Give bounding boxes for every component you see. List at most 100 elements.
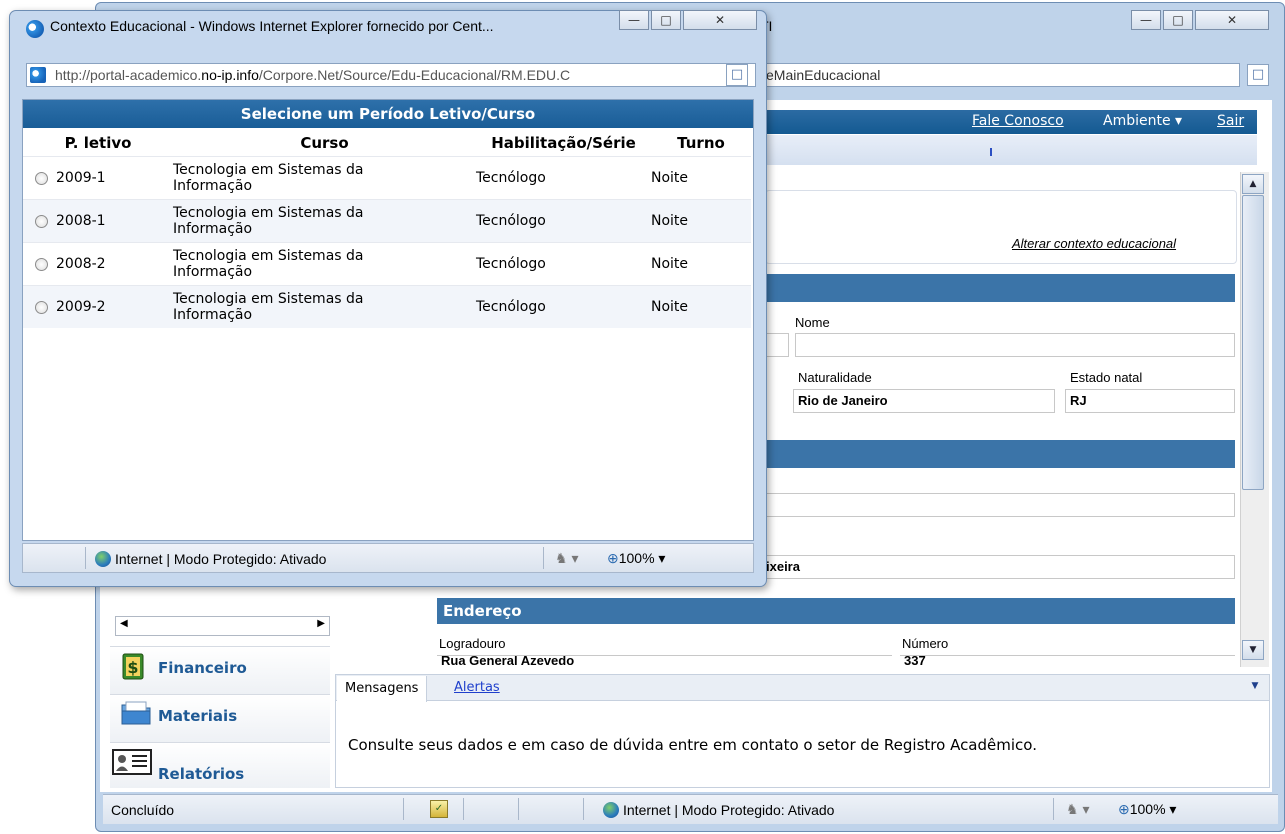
- scroll-right-arrow-icon[interactable]: ▶: [317, 618, 325, 629]
- popup-title: Contexto Educacional - Windows Internet …: [50, 18, 494, 34]
- status-divider: [583, 798, 584, 820]
- fale-conosco-link[interactable]: Fale Conosco: [972, 113, 1064, 129]
- popup-security-zone[interactable]: Internet | Modo Protegido: Ativado: [95, 551, 326, 567]
- popup-protected-mode-icon[interactable]: ♞ ▾: [555, 550, 578, 567]
- logradouro-value: Rua General Azevedo: [441, 655, 575, 668]
- nav-label-materiais: Materiais: [158, 707, 238, 725]
- status-divider: [1053, 798, 1054, 820]
- address-prefix: http://portal-academico.: [55, 67, 202, 83]
- context-box: [765, 190, 1237, 264]
- turno-cell: Noite: [651, 199, 751, 243]
- status-divider: [463, 798, 464, 820]
- popup-zoom-control[interactable]: ⊕100% ▾: [607, 550, 665, 567]
- table-row[interactable]: 2008-1 Tecnologia em Sistemas da Informaç…: [23, 199, 751, 243]
- nav-item-relatorios[interactable]: Relatórios: [110, 742, 330, 788]
- money-icon: $: [120, 651, 152, 681]
- section-header-bar: [765, 274, 1235, 302]
- radio-button[interactable]: [35, 257, 48, 271]
- scroll-up-arrow-icon[interactable]: ▲: [1242, 174, 1264, 194]
- naturalidade-field[interactable]: Rio de Janeiro: [793, 389, 1055, 413]
- periodo-cell: 2008-1: [56, 213, 106, 229]
- curso-cell: Tecnologia em Sistemas da: [173, 248, 364, 264]
- radio-button[interactable]: [35, 171, 48, 185]
- minimize-button[interactable]: —: [1131, 10, 1161, 30]
- curso-cell: Tecnologia em Sistemas da: [173, 205, 364, 221]
- internet-explorer-icon: [26, 20, 44, 38]
- name-field-partial[interactable]: ixeira: [765, 555, 1235, 579]
- table-row[interactable]: 2008-2 Tecnologia em Sistemas da Informaç…: [23, 242, 751, 286]
- alterar-contexto-link[interactable]: Alterar contexto educacional: [1012, 236, 1176, 251]
- portal-sub-bar: [765, 135, 1257, 165]
- nav-item-materiais[interactable]: Materiais: [110, 694, 330, 742]
- popup-header: Selecione um Período Letivo/Curso: [23, 100, 753, 128]
- field-box[interactable]: [765, 493, 1235, 517]
- left-nav-scrollbar[interactable]: ◀ ▶: [115, 616, 330, 636]
- periods-table: P. letivo Curso Habilitação/Série Turno …: [23, 130, 751, 328]
- col-habilitacao: Habilitação/Série: [491, 134, 636, 152]
- logradouro-label: Logradouro: [439, 636, 506, 651]
- popup-close-button[interactable]: ✕: [683, 10, 757, 30]
- nome-field[interactable]: [795, 333, 1235, 357]
- svg-text:$: $: [127, 658, 138, 677]
- folder-icon: [120, 699, 152, 729]
- table-row[interactable]: 2009-2 Tecnologia em Sistemas da Informaç…: [23, 285, 751, 328]
- periodo-cell: 2009-1: [56, 170, 106, 186]
- popup-zone-label: Internet | Modo Protegido: Ativado: [115, 551, 327, 567]
- close-button[interactable]: ✕: [1195, 10, 1269, 30]
- table-row[interactable]: 2009-1 Tecnologia em Sistemas da Informaç…: [23, 156, 751, 200]
- turno-cell: Noite: [651, 242, 751, 286]
- portal-top-bar: Fale Conosco Ambiente ▾ Sair: [765, 110, 1257, 134]
- globe-icon: [603, 802, 619, 818]
- numero-value: 337: [904, 655, 926, 668]
- numero-field[interactable]: 337: [900, 655, 1235, 668]
- section-header-bar-2: [765, 440, 1235, 468]
- curso-cell: Tecnologia em Sistemas da: [173, 291, 364, 307]
- scroll-down-arrow-icon[interactable]: ▼: [1242, 640, 1264, 660]
- zoom-icon: ⊕: [1118, 801, 1130, 817]
- turno-cell: Noite: [651, 156, 751, 200]
- turno-cell: Noite: [651, 285, 751, 328]
- col-p-letivo: P. letivo: [64, 134, 132, 152]
- main-address-bar[interactable]: eMainEducacional: [765, 63, 1240, 87]
- curso-cell-line2: Informação: [173, 264, 253, 280]
- compatibility-view-icon[interactable]: □: [1247, 64, 1269, 86]
- col-turno: Turno: [677, 134, 725, 152]
- tab-mensagens[interactable]: Mensagens: [337, 676, 428, 702]
- nav-label-relatorios: Relatórios: [158, 765, 245, 783]
- radio-button[interactable]: [35, 300, 48, 314]
- naturalidade-label: Naturalidade: [798, 370, 872, 385]
- security-zone[interactable]: Internet | Modo Protegido: Ativado: [603, 802, 834, 818]
- status-divider: [543, 547, 544, 569]
- popup-status-bar: Internet | Modo Protegido: Ativado ♞ ▾ ⊕…: [22, 543, 754, 573]
- popup-maximize-button[interactable]: □: [651, 10, 681, 30]
- address-host: no-ip.info: [201, 67, 259, 83]
- message-text: Consulte seus dados e em caso de dúvida …: [348, 736, 1037, 754]
- sair-link[interactable]: Sair: [1217, 113, 1244, 129]
- maximize-button[interactable]: □: [1163, 10, 1193, 30]
- popup-minimize-button[interactable]: —: [619, 10, 649, 30]
- divider: [990, 148, 992, 156]
- field-box-partial[interactable]: [765, 333, 789, 357]
- partial-name-text: ixeira: [766, 559, 800, 574]
- nome-label: Nome: [795, 315, 830, 330]
- scroll-left-arrow-icon[interactable]: ◀: [120, 618, 128, 629]
- estado-natal-label: Estado natal: [1070, 370, 1143, 385]
- tab-alertas[interactable]: Alertas: [448, 676, 506, 700]
- report-icon: [112, 749, 152, 779]
- chevron-down-icon[interactable]: ▼: [1246, 677, 1264, 695]
- ambiente-menu[interactable]: Ambiente ▾: [1103, 113, 1182, 129]
- estado-natal-field[interactable]: RJ: [1065, 389, 1235, 413]
- nav-item-financeiro[interactable]: $ Financeiro: [110, 646, 330, 694]
- zoom-control[interactable]: ⊕100% ▾: [1118, 801, 1176, 818]
- security-report-icon[interactable]: ✓: [430, 800, 448, 818]
- zone-label: Internet | Modo Protegido: Ativado: [623, 802, 835, 818]
- curso-cell-line2: Informação: [173, 178, 253, 194]
- popup-address-bar[interactable]: http://portal-academico.no-ip.info/Corpo…: [26, 63, 756, 87]
- logradouro-field[interactable]: Rua General Azevedo: [437, 655, 892, 668]
- address-suffix: /Corpore.Net/Source/Edu-Educacional/RM.E…: [258, 67, 571, 83]
- popup-compatibility-view-icon[interactable]: □: [726, 64, 748, 86]
- radio-button[interactable]: [35, 214, 48, 228]
- scrollbar-thumb[interactable]: [1242, 195, 1264, 490]
- status-divider: [403, 798, 404, 820]
- protected-mode-icon[interactable]: ♞ ▾: [1066, 801, 1089, 818]
